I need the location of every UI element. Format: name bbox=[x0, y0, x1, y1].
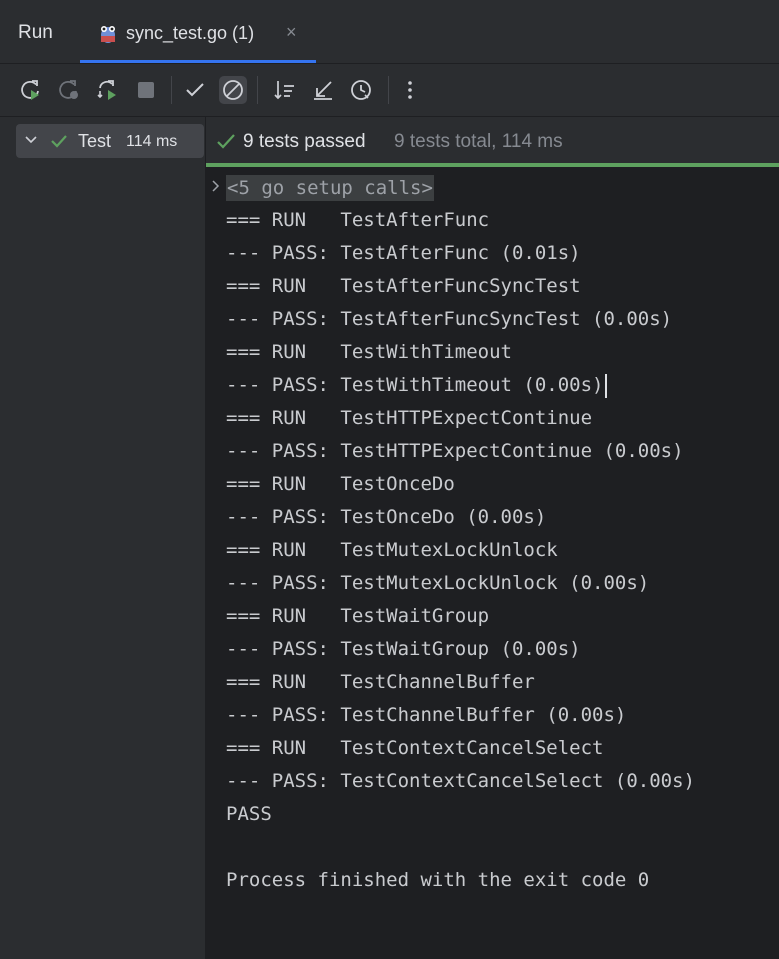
collapse-icon[interactable] bbox=[309, 76, 337, 104]
console-line: === RUN TestAfterFunc bbox=[226, 209, 490, 231]
console-line: === RUN TestOnceDo bbox=[226, 473, 455, 495]
console-line: === RUN TestWaitGroup bbox=[226, 605, 490, 627]
test-tree-panel: Test 114 ms bbox=[0, 117, 206, 959]
console-line: Process finished with the exit code 0 bbox=[226, 869, 650, 891]
test-tree-root[interactable]: Test 114 ms bbox=[16, 124, 204, 158]
history-icon[interactable] bbox=[347, 76, 375, 104]
run-toolbar bbox=[0, 64, 779, 117]
console-line: --- PASS: TestHTTPExpectContinue (0.00s) bbox=[226, 440, 684, 462]
console-line: --- PASS: TestWithTimeout (0.00s) bbox=[226, 372, 607, 398]
console-line: --- PASS: TestOnceDo (0.00s) bbox=[226, 506, 547, 528]
close-icon[interactable]: × bbox=[286, 22, 297, 43]
check-icon bbox=[51, 135, 67, 148]
console-line: === RUN TestContextCancelSelect bbox=[226, 737, 604, 759]
console-line: === RUN TestWithTimeout bbox=[226, 341, 512, 363]
console-line: === RUN TestChannelBuffer bbox=[226, 671, 535, 693]
more-icon[interactable] bbox=[396, 76, 424, 104]
console-line: === RUN TestHTTPExpectContinue bbox=[226, 407, 593, 429]
chevron-right-icon[interactable] bbox=[211, 179, 221, 193]
setup-calls-fold[interactable]: <5 go setup calls> bbox=[226, 175, 434, 201]
check-icon bbox=[217, 134, 235, 149]
tests-passed-text: 9 tests passed bbox=[243, 131, 366, 152]
test-status-bar: 9 tests passed 9 tests total, 114 ms bbox=[206, 117, 779, 167]
rerun-icon[interactable] bbox=[17, 76, 45, 104]
console-line: --- PASS: TestMutexLockUnlock (0.00s) bbox=[226, 572, 650, 594]
tests-total-text: 9 tests total, 114 ms bbox=[394, 131, 563, 152]
stop-icon[interactable] bbox=[132, 76, 160, 104]
toolbar-separator bbox=[257, 76, 258, 104]
rerun-failed-icon[interactable] bbox=[55, 76, 83, 104]
console-line: --- PASS: TestAfterFunc (0.01s) bbox=[226, 242, 581, 264]
rerun-toggle-icon[interactable] bbox=[94, 76, 122, 104]
tool-window-tab-bar: Run sync_test.go (1) × bbox=[0, 3, 779, 64]
tab-label: sync_test.go (1) bbox=[126, 23, 255, 43]
show-ignored-icon[interactable] bbox=[219, 76, 247, 104]
toolbar-separator bbox=[171, 76, 172, 104]
go-gopher-icon bbox=[101, 26, 115, 43]
console-line: === RUN TestMutexLockUnlock bbox=[226, 539, 558, 561]
console-line: --- PASS: TestAfterFuncSyncTest (0.00s) bbox=[226, 308, 673, 330]
test-tree-duration: 114 ms bbox=[126, 133, 178, 150]
tab-sync-test[interactable]: sync_test.go (1) × bbox=[80, 3, 316, 63]
show-passed-icon[interactable] bbox=[181, 76, 209, 104]
console-line: === RUN TestAfterFuncSyncTest bbox=[226, 275, 581, 297]
text-cursor bbox=[604, 373, 607, 398]
run-tool-window-title: Run bbox=[18, 22, 53, 43]
console-output[interactable]: <5 go setup calls> === RUN TestAfterFunc… bbox=[206, 167, 779, 959]
active-tab-indicator bbox=[80, 60, 316, 63]
console-line: --- PASS: TestWaitGroup (0.00s) bbox=[226, 638, 581, 660]
chevron-down-icon[interactable] bbox=[24, 133, 38, 147]
sort-icon[interactable] bbox=[270, 76, 298, 104]
test-tree-label: Test bbox=[78, 131, 112, 151]
console-line: PASS bbox=[226, 803, 272, 825]
toolbar-separator bbox=[388, 76, 389, 104]
console-line: --- PASS: TestContextCancelSelect (0.00s… bbox=[226, 770, 695, 792]
console-line: --- PASS: TestChannelBuffer (0.00s) bbox=[226, 704, 627, 726]
